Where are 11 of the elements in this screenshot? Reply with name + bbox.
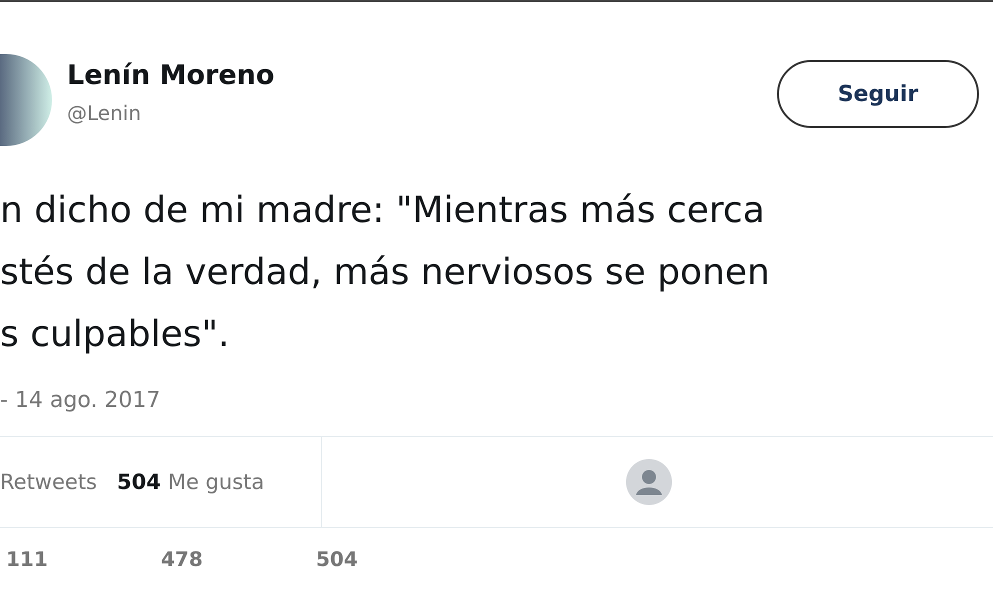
- tweet-text: n dicho de mi madre: "Mientras más cerca stés de la verdad, más nerviosos se ponen s culpables".: [0, 189, 771, 357]
- action-count: 478: [161, 547, 204, 571]
- tweet-date[interactable]: - 14 ago. 2017: [0, 388, 993, 413]
- stat-count[interactable]: 504 Me gusta: [117, 470, 264, 494]
- author-handle[interactable]: @Lenin: [67, 101, 274, 125]
- author-name[interactable]: Lenín Moreno: [67, 59, 274, 93]
- stat-count[interactable]: Retweets: [0, 470, 97, 494]
- action-count: 111: [6, 547, 49, 571]
- action-count: 504: [316, 547, 359, 571]
- follow-button[interactable]: Seguir: [777, 60, 979, 128]
- user-icon[interactable]: [626, 459, 672, 505]
